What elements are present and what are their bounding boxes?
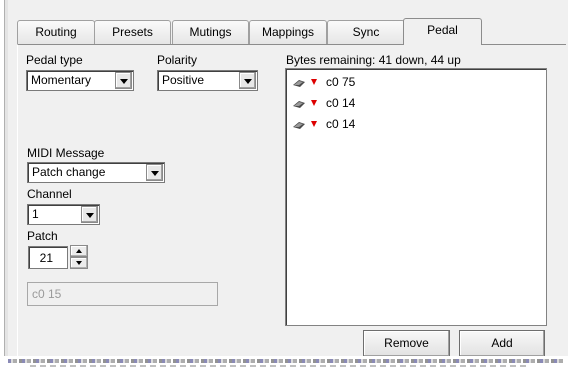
spin-up-icon[interactable] xyxy=(70,245,88,257)
down-arrow-icon xyxy=(311,100,317,106)
artifact-line xyxy=(8,359,564,363)
polarity-select[interactable]: Positive xyxy=(157,70,258,91)
window-edge xyxy=(4,0,8,362)
chevron-down-icon[interactable] xyxy=(146,164,163,181)
pedal-icon xyxy=(293,101,305,108)
tab-pedal[interactable]: Pedal xyxy=(403,18,482,45)
pedal-icon xyxy=(293,122,305,129)
spin-down-icon[interactable] xyxy=(70,257,88,269)
bytes-list[interactable]: c0 75 c0 14 c0 14 xyxy=(285,68,547,326)
pedal-type-select[interactable]: Momentary xyxy=(26,70,134,91)
artifact-line xyxy=(30,365,530,367)
screen-artifact-strip xyxy=(0,356,570,374)
chevron-down-icon[interactable] xyxy=(81,206,98,223)
list-item-text: c0 14 xyxy=(326,117,356,131)
bytes-remaining-label: Bytes remaining: 41 down, 44 up xyxy=(286,53,461,67)
polarity-label: Polarity xyxy=(157,53,198,67)
message-preview-field: c0 15 xyxy=(27,282,218,306)
chevron-down-icon[interactable] xyxy=(115,72,132,89)
pedal-type-label: Pedal type xyxy=(26,53,83,67)
list-item-text: c0 75 xyxy=(326,75,356,89)
patch-spinner-input[interactable]: 21 xyxy=(28,246,68,269)
list-item-text: c0 14 xyxy=(326,96,356,110)
pedal-icon xyxy=(293,80,305,87)
tab-routing[interactable]: Routing xyxy=(17,20,95,44)
patch-value: 21 xyxy=(39,251,53,265)
channel-select[interactable]: 1 xyxy=(27,204,100,225)
tab-sync[interactable]: Sync xyxy=(327,20,405,44)
chevron-down-icon[interactable] xyxy=(239,72,256,89)
patch-label: Patch xyxy=(27,229,58,243)
add-button[interactable]: Add xyxy=(459,330,545,357)
channel-label: Channel xyxy=(27,187,72,201)
tab-mappings[interactable]: Mappings xyxy=(249,20,327,44)
pedal-type-value: Momentary xyxy=(31,73,92,87)
tab-presets[interactable]: Presets xyxy=(94,20,171,44)
midi-message-select[interactable]: Patch change xyxy=(27,162,165,183)
remove-button[interactable]: Remove xyxy=(363,330,450,357)
down-arrow-icon xyxy=(311,121,317,127)
tab-mutings[interactable]: Mutings xyxy=(172,20,249,44)
down-arrow-icon xyxy=(311,79,317,85)
channel-value: 1 xyxy=(32,207,39,221)
polarity-value: Positive xyxy=(162,73,205,87)
midi-message-label: MIDI Message xyxy=(27,146,105,160)
midi-message-value: Patch change xyxy=(32,165,106,179)
